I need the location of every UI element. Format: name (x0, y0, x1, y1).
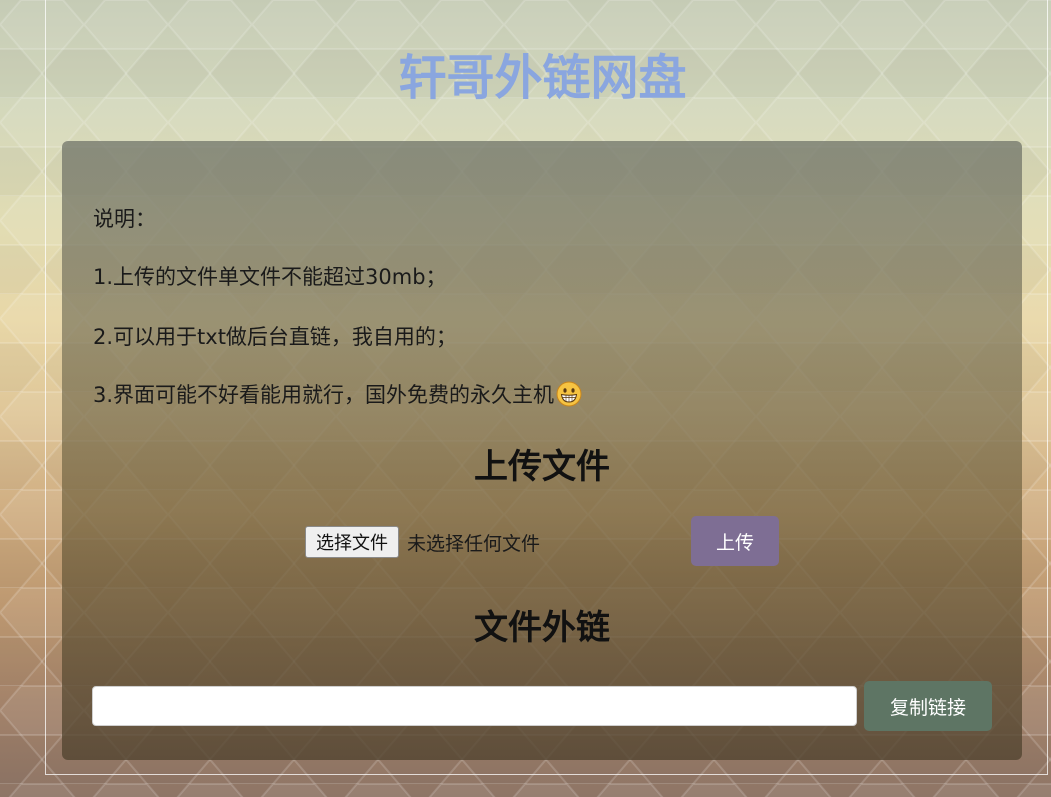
site-title: 轩哥外链网盘 (398, 50, 687, 106)
instruction-item-2: 2.可以用于txt做后台直链，我自用的； (93, 325, 457, 349)
instruction-item-3-text: 3.界面可能不好看能用就行，国外免费的永久主机 (93, 383, 555, 407)
copy-link-button[interactable]: 复制链接 (864, 681, 992, 731)
link-section-title: 文件外链 (474, 608, 610, 648)
file-link-input[interactable] (92, 686, 857, 726)
instruction-item-1: 1.上传的文件单文件不能超过30mb； (93, 265, 447, 289)
upload-section-title: 上传文件 (474, 447, 610, 487)
instruction-item-3: 3.界面可能不好看能用就行，国外免费的永久主机 (93, 381, 582, 409)
upload-button[interactable]: 上传 (691, 516, 779, 566)
choose-file-button[interactable]: 选择文件 (305, 526, 399, 558)
main-panel: 说明： 1.上传的文件单文件不能超过30mb； 2.可以用于txt做后台直链，我… (62, 141, 1022, 760)
instructions-heading: 说明： (93, 207, 156, 231)
file-status-text: 未选择任何文件 (407, 532, 541, 555)
grinning-face-emoji-icon (556, 381, 582, 407)
file-picker: 选择文件 未选择任何文件 (305, 525, 540, 559)
